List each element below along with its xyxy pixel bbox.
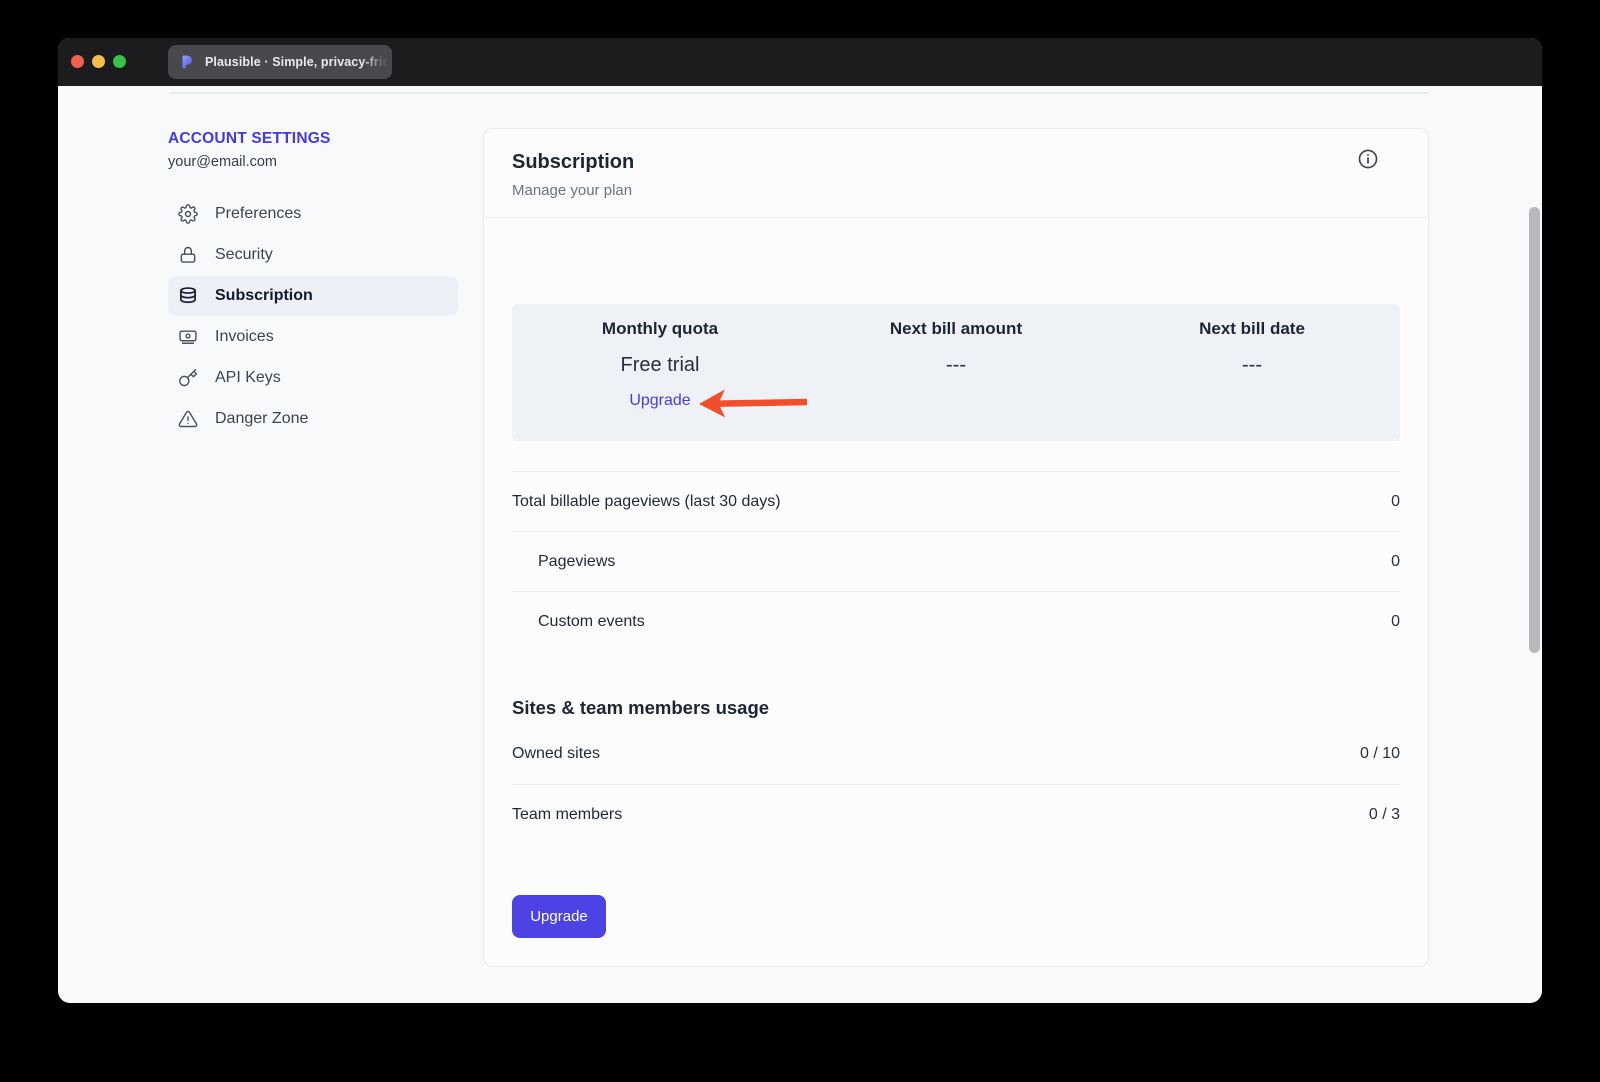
fullscreen-window-button[interactable] bbox=[113, 55, 126, 68]
usage-row-value: 0 bbox=[1391, 553, 1400, 571]
table-row: Owned sites 0 / 10 bbox=[512, 724, 1400, 785]
sites-row-value: 0 / 10 bbox=[1360, 745, 1400, 763]
usage-row-label: Total billable pageviews (last 30 days) bbox=[512, 493, 781, 511]
sidebar-item-label: API Keys bbox=[215, 369, 281, 387]
scrollbar-thumb[interactable] bbox=[1529, 207, 1540, 653]
top-divider bbox=[170, 92, 1429, 94]
sidebar-item-security[interactable]: Security bbox=[168, 235, 458, 275]
sidebar-item-label: Subscription bbox=[215, 287, 313, 305]
next-bill-date-value: --- bbox=[1104, 352, 1400, 378]
plausible-logo-icon bbox=[178, 53, 196, 71]
browser-window: Plausible · Simple, privacy-frien ACCOUN… bbox=[58, 38, 1542, 1003]
database-icon bbox=[178, 286, 198, 306]
sites-usage-heading: Sites & team members usage bbox=[512, 696, 1400, 720]
traffic-lights bbox=[71, 55, 126, 68]
billable-usage-table: Total billable pageviews (last 30 days) … bbox=[512, 471, 1400, 651]
table-row: Team members 0 / 3 bbox=[512, 785, 1400, 845]
key-icon bbox=[178, 368, 198, 388]
desktop-background: Plausible · Simple, privacy-frien ACCOUN… bbox=[0, 0, 1600, 1082]
usage-row-value: 0 bbox=[1391, 613, 1400, 631]
close-window-button[interactable] bbox=[71, 55, 84, 68]
table-row: Pageviews 0 bbox=[512, 532, 1400, 592]
upgrade-link[interactable]: Upgrade bbox=[629, 390, 690, 412]
page-subtitle: Manage your plan bbox=[512, 182, 1400, 199]
next-bill-date-label: Next bill date bbox=[1104, 319, 1400, 339]
minimize-window-button[interactable] bbox=[92, 55, 105, 68]
sidebar-item-api-keys[interactable]: API Keys bbox=[168, 358, 458, 398]
info-icon[interactable] bbox=[1357, 148, 1379, 170]
gear-icon bbox=[178, 204, 198, 224]
account-settings-heading: ACCOUNT SETTINGS bbox=[168, 130, 458, 148]
usage-row-value: 0 bbox=[1391, 493, 1400, 511]
next-bill-date-column: Next bill date --- bbox=[1104, 319, 1400, 441]
sidebar-item-preferences[interactable]: Preferences bbox=[168, 194, 458, 234]
account-email: your@email.com bbox=[168, 154, 458, 170]
table-row: Total billable pageviews (last 30 days) … bbox=[512, 472, 1400, 532]
monthly-quota-value: Free trial bbox=[512, 352, 808, 378]
lock-icon bbox=[178, 245, 198, 265]
sites-row-label: Owned sites bbox=[512, 745, 600, 763]
monthly-quota-label: Monthly quota bbox=[512, 319, 808, 339]
tab-title-fade bbox=[362, 45, 392, 79]
browser-tab[interactable]: Plausible · Simple, privacy-frien bbox=[168, 45, 392, 79]
settings-nav: Preferences Security Subscription bbox=[168, 194, 458, 439]
sidebar-item-danger-zone[interactable]: Danger Zone bbox=[168, 399, 458, 439]
next-bill-amount-label: Next bill amount bbox=[808, 319, 1104, 339]
banknote-icon bbox=[178, 327, 198, 347]
next-bill-amount-column: Next bill amount --- bbox=[808, 319, 1104, 441]
subscription-card: Subscription Manage your plan Monthly qu… bbox=[483, 128, 1429, 967]
page-title: Subscription bbox=[512, 151, 1400, 174]
sidebar-item-label: Danger Zone bbox=[215, 410, 308, 428]
table-row: Custom events 0 bbox=[512, 592, 1400, 651]
settings-sidebar: ACCOUNT SETTINGS your@email.com Preferen… bbox=[168, 130, 458, 440]
sites-row-value: 0 / 3 bbox=[1369, 806, 1400, 824]
monthly-quota-column: Monthly quota Free trial Upgrade bbox=[512, 319, 808, 441]
window-titlebar: Plausible · Simple, privacy-frien bbox=[58, 38, 1542, 86]
usage-row-label: Custom events bbox=[512, 613, 645, 631]
warning-triangle-icon bbox=[178, 409, 198, 429]
sidebar-item-subscription[interactable]: Subscription bbox=[168, 276, 458, 316]
sites-row-label: Team members bbox=[512, 806, 622, 824]
next-bill-amount-value: --- bbox=[808, 352, 1104, 378]
sidebar-item-label: Invoices bbox=[215, 328, 274, 346]
upgrade-button[interactable]: Upgrade bbox=[512, 895, 606, 938]
sidebar-item-label: Security bbox=[215, 246, 273, 264]
sidebar-item-invoices[interactable]: Invoices bbox=[168, 317, 458, 357]
sidebar-item-label: Preferences bbox=[215, 205, 301, 223]
usage-row-label: Pageviews bbox=[512, 553, 615, 571]
page-content: ACCOUNT SETTINGS your@email.com Preferen… bbox=[58, 86, 1542, 1003]
plan-summary-box: Monthly quota Free trial Upgrade Next bi… bbox=[512, 304, 1400, 441]
card-header: Subscription Manage your plan bbox=[484, 129, 1428, 218]
sites-usage-table: Owned sites 0 / 10 Team members 0 / 3 bbox=[484, 724, 1428, 845]
